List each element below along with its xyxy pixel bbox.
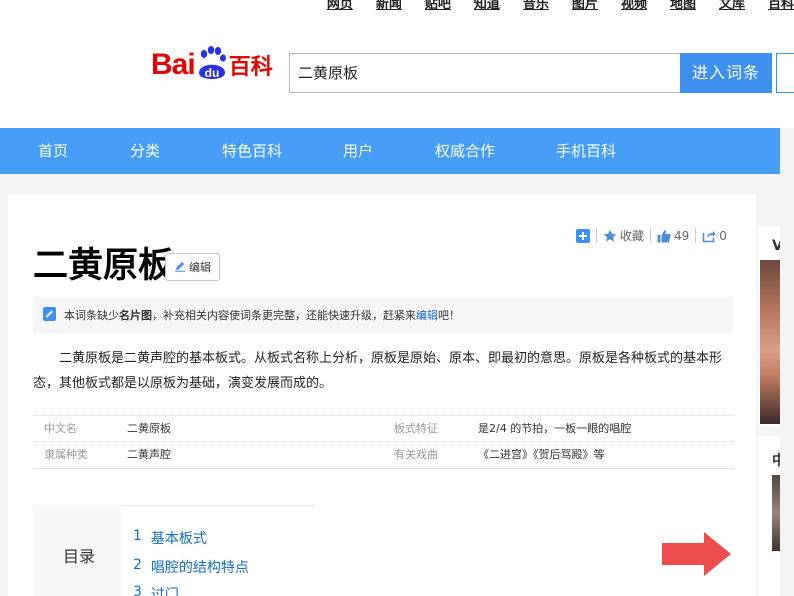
nav-featured[interactable]: 特色百科 [222, 128, 282, 174]
top-nav-music[interactable]: 音乐 [523, 0, 549, 12]
top-nav-wenku[interactable]: 文库 [719, 0, 745, 12]
sidebar-card-title: 中 [772, 453, 780, 469]
thumbs-up-icon [657, 229, 671, 243]
favorite-label: 收藏 [620, 229, 645, 243]
notice-prefix: 本词条缺少 [64, 309, 119, 322]
share-button[interactable]: 0 [702, 229, 727, 243]
info-value: 二黄声腔 [127, 448, 171, 461]
pencil-icon [174, 260, 186, 275]
entry-actions: 收藏 49 0 [576, 227, 727, 244]
toc-item-number: 2 [133, 557, 142, 573]
top-nav-images[interactable]: 图片 [572, 0, 598, 12]
info-value: 《二进宫》《贺后骂殿》等 [478, 448, 605, 461]
like-button[interactable]: 49 [657, 229, 689, 243]
edit-button[interactable]: 编辑 [165, 253, 220, 281]
logo-baike-text: 百科 [228, 54, 273, 79]
toc-item-label: 基本板式 [150, 531, 207, 547]
toc-item[interactable]: 3 过门 [133, 584, 179, 596]
toc-item[interactable]: 1 基本板式 [133, 528, 207, 548]
top-nav-baike[interactable]: 百科 [768, 0, 794, 12]
basic-info-row: 中文名 二黄原板 板式特征 是2/4 的节拍，一板一眼的唱腔 [33, 415, 733, 442]
enter-entry-button[interactable]: 进入词条 [680, 53, 772, 93]
toc-item-label: 唱腔的结构特点 [150, 560, 249, 576]
info-name: 隶属种类 [44, 448, 88, 461]
nav-users[interactable]: 用户 [343, 128, 373, 174]
top-nav-video[interactable]: 视频 [621, 0, 647, 12]
notice-edit-link[interactable]: 编辑 [416, 309, 438, 322]
entry-summary: 二黄原板是二黄声腔的基本板式。从板式名称上分析，原板是原始、原本、即最初的意思。… [33, 351, 723, 391]
page-title: 二黄原板 [33, 246, 174, 286]
nav-category[interactable]: 分类 [130, 128, 160, 174]
notice-text: 本词条缺少名片图，补充相关内容使词条更完整，还能快速升级，赶紧来编辑吧！ [64, 307, 460, 323]
red-arrow-icon [660, 530, 732, 578]
top-nav-map[interactable]: 地图 [670, 0, 696, 12]
missing-card-notice: 本词条缺少名片图，补充相关内容使词条更完整，还能快速升级，赶紧来编辑吧！ [33, 297, 733, 333]
nav-home[interactable]: 首页 [38, 128, 68, 174]
add-icon[interactable] [576, 228, 590, 243]
toc-item-number: 3 [133, 584, 142, 596]
info-value: 是2/4 的节拍，一板一眼的唱腔 [478, 422, 632, 435]
toc-item-label: 过门 [150, 587, 179, 596]
baidu-baike-logo[interactable]: Bai du 百科 [151, 43, 273, 83]
share-count: 0 [719, 228, 727, 243]
pencil-icon [43, 306, 56, 324]
top-nav-zhidao[interactable]: 知道 [474, 0, 500, 12]
top-utility-bar: 网页 新闻 贴吧 知道 音乐 图片 视频 地图 文库 百科 [0, 0, 794, 18]
top-nav: 网页 新闻 贴吧 知道 音乐 图片 视频 地图 文库 百科 [327, 0, 794, 12]
share-icon [702, 229, 716, 243]
info-name: 板式特征 [394, 422, 438, 435]
divider [650, 228, 652, 243]
top-nav-news[interactable]: 新闻 [376, 0, 402, 12]
search-input[interactable]: 二黄原板 [289, 53, 681, 93]
paw-icon: du [196, 45, 228, 83]
star-icon [603, 229, 617, 243]
sidebar-card-title: V [772, 238, 780, 254]
logo-bai-text: Bai [151, 48, 196, 81]
sidebar-image[interactable] [772, 475, 780, 551]
divider [596, 228, 597, 243]
basic-info-row: 隶属种类 二黄声腔 有关戏曲 《二进宫》《贺后骂殿》等 [33, 442, 733, 469]
like-count: 49 [674, 228, 690, 243]
notice-strong: 名片图 [119, 309, 152, 322]
sidebar-image[interactable] [760, 260, 780, 424]
toc-title: 目录 [63, 547, 96, 566]
notice-middle: ，补充相关内容使词条更完整，还能快速升级，赶紧来 [152, 309, 416, 322]
divider [695, 228, 697, 243]
toc-item[interactable]: 2 唱腔的结构特点 [133, 557, 249, 577]
nav-partnership[interactable]: 权威合作 [435, 128, 495, 174]
basic-info-table: 中文名 二黄原板 板式特征 是2/4 的节拍，一板一眼的唱腔 隶属种类 二黄声腔… [33, 415, 733, 469]
info-value: 二黄原板 [127, 422, 171, 435]
notice-suffix: 吧！ [438, 309, 460, 322]
top-nav-tieba[interactable]: 贴吧 [425, 0, 451, 12]
nav-mobile[interactable]: 手机百科 [556, 128, 616, 174]
info-name: 中文名 [44, 422, 77, 435]
toc-item-number: 1 [133, 528, 142, 544]
info-name: 有关戏曲 [394, 448, 438, 461]
main-nav: 首页 分类 特色百科 用户 权威合作 手机百科 [0, 128, 780, 174]
favorite-button[interactable]: 收藏 [603, 227, 644, 244]
top-nav-web[interactable]: 网页 [327, 0, 353, 12]
edit-label: 编辑 [189, 261, 211, 274]
search-button-secondary[interactable] [776, 53, 794, 93]
logo-du-text: du [204, 66, 219, 80]
